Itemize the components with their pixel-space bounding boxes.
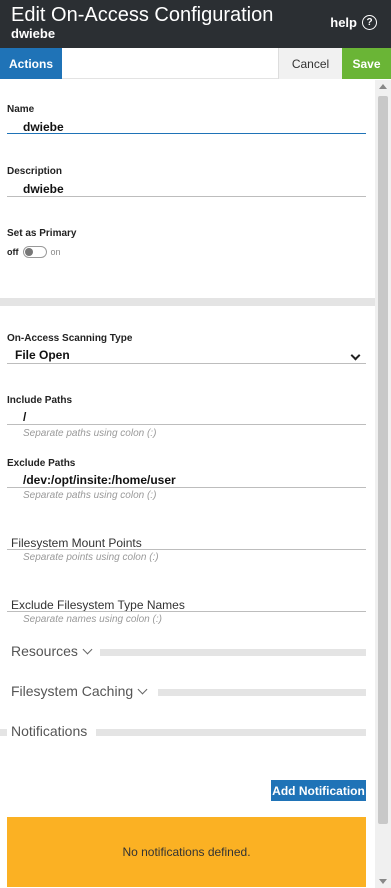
help-button[interactable]: help ? [330, 15, 377, 30]
notifications-section-title: Notifications [11, 723, 94, 739]
exclude-fs-types-hint: Separate names using colon (:) [23, 614, 162, 625]
scan-type-underline [7, 363, 366, 364]
exclude-paths-input[interactable]: /dev:/opt/insite:/home/user [23, 473, 176, 487]
include-paths-label: Include Paths [7, 395, 73, 406]
scrollbar-thumb[interactable] [378, 96, 388, 824]
name-label: Name [7, 104, 35, 115]
notifications-bar-left [0, 729, 7, 736]
section-divider [0, 298, 375, 306]
scan-type-label: On-Access Scanning Type [7, 333, 133, 344]
exclude-fs-types-underline [7, 611, 366, 612]
resources-bar [100, 649, 366, 656]
mount-points-input[interactable]: Filesystem Mount Points [11, 536, 142, 550]
chevron-down-icon [82, 644, 93, 654]
toggle-off-label: off [7, 247, 19, 257]
exclude-paths-hint: Separate paths using colon (:) [23, 490, 157, 501]
notifications-bar [96, 729, 366, 736]
actions-button[interactable]: Actions [0, 48, 62, 79]
toggle-knob [24, 248, 33, 256]
page-header: Edit On-Access Configuration dwiebe help… [0, 0, 391, 48]
notifications-title: Notifications [11, 723, 88, 739]
add-notification-button[interactable]: Add Notification [271, 780, 366, 801]
name-input[interactable]: dwiebe [23, 120, 64, 134]
page-subtitle: dwiebe [11, 26, 56, 41]
caching-section-toggle[interactable]: Filesystem Caching [11, 683, 153, 699]
caching-title: Filesystem Caching [11, 683, 134, 699]
primary-toggle[interactable] [22, 246, 47, 258]
include-paths-input[interactable]: / [23, 410, 26, 424]
help-label: help [330, 15, 357, 30]
toolbar: Actions Cancel Save [0, 48, 391, 79]
resources-title: Resources [11, 643, 78, 659]
scan-type-select[interactable]: File Open [15, 348, 70, 362]
resources-section-toggle[interactable]: Resources [11, 643, 97, 659]
description-label: Description [7, 166, 63, 177]
description-input[interactable]: dwiebe [23, 182, 64, 196]
scrollbar[interactable] [375, 80, 391, 888]
page-title: Edit On-Access Configuration [11, 4, 274, 26]
exclude-paths-underline [7, 487, 366, 488]
save-button[interactable]: Save [342, 48, 391, 79]
exclude-fs-types-input[interactable]: Exclude Filesystem Type Names [11, 598, 185, 612]
mount-points-underline [7, 549, 366, 550]
mount-points-hint: Separate points using colon (:) [23, 552, 159, 563]
chevron-down-icon [137, 684, 148, 694]
form-content: Name dwiebe Description dwiebe Set as Pr… [0, 80, 375, 888]
notifications-empty-state: No notifications defined. [7, 817, 366, 887]
scroll-up-arrow-icon[interactable] [379, 84, 387, 89]
caching-bar [158, 689, 366, 696]
cancel-button[interactable]: Cancel [278, 48, 342, 79]
toggle-on-label: on [50, 247, 61, 257]
chevron-down-icon[interactable] [350, 350, 361, 361]
include-paths-hint: Separate paths using colon (:) [23, 428, 157, 439]
help-icon: ? [362, 15, 377, 30]
include-paths-underline [7, 424, 366, 425]
primary-toggle-row: off on [7, 246, 61, 258]
name-underline [7, 133, 366, 134]
exclude-paths-label: Exclude Paths [7, 458, 76, 469]
description-underline [7, 196, 366, 197]
scroll-down-arrow-icon[interactable] [379, 879, 387, 884]
primary-label: Set as Primary [7, 228, 77, 239]
